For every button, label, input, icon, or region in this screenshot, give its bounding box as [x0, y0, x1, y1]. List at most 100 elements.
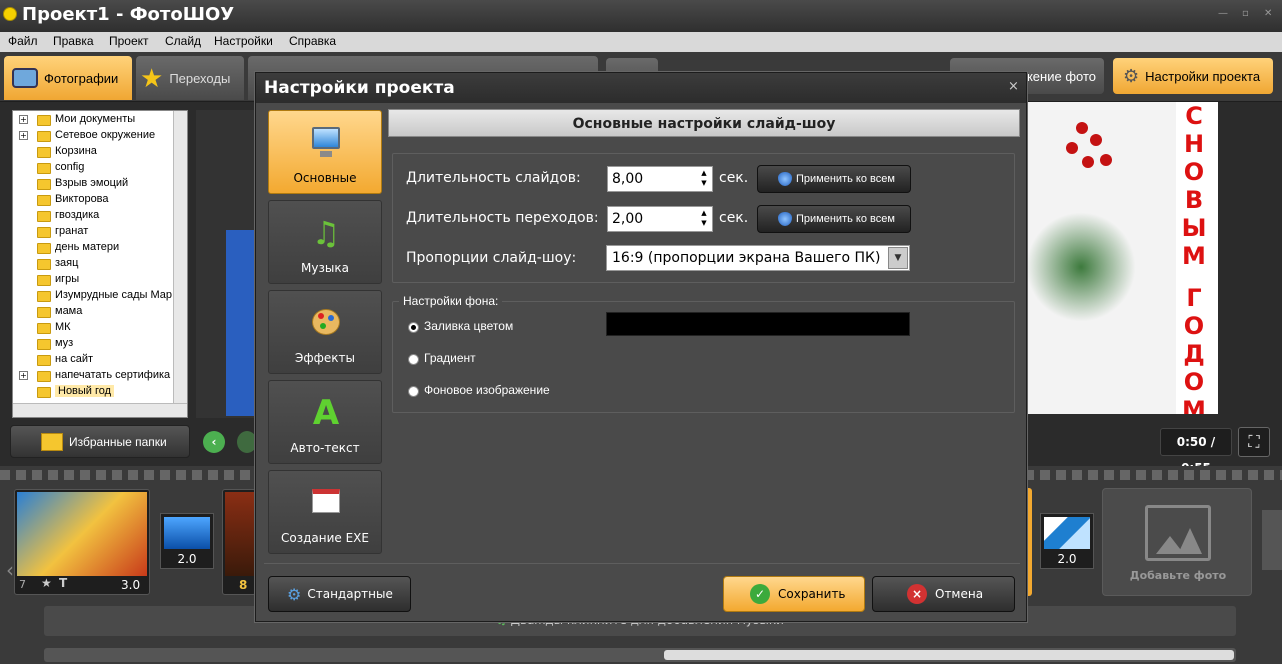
caption-letter	[1174, 270, 1214, 284]
tree-item[interactable]: напечатать сертифика	[55, 369, 170, 381]
transition-thumb[interactable]: 2.0	[160, 513, 214, 569]
aspect-ratio-select[interactable]: 16:9 (пропорции экрана Вашего ПК) ▼	[606, 245, 910, 271]
slide-number: 8	[239, 578, 248, 592]
fill-color-radio[interactable]	[408, 322, 419, 333]
tree-item[interactable]: Сетевое окружение	[55, 129, 155, 141]
sidebar-label: Основные	[293, 171, 357, 185]
tree-item[interactable]: гранат	[55, 225, 88, 237]
transition-thumb[interactable]: 2.0	[1040, 513, 1094, 569]
sidebar-item-effects[interactable]: Эффекты	[268, 290, 382, 374]
text-icon[interactable]: T	[59, 576, 67, 590]
expand-icon[interactable]: +	[19, 371, 28, 380]
tree-item[interactable]: МК	[55, 321, 71, 333]
star-icon[interactable]: ★	[41, 576, 52, 590]
project-settings-button[interactable]: ⚙ Настройки проекта	[1113, 58, 1273, 94]
minimize-button[interactable]: —	[1218, 8, 1228, 19]
caption-letter: С	[1185, 102, 1203, 130]
tab-transitions[interactable]: ★ Переходы	[136, 56, 244, 100]
tree-item[interactable]: Взрыв эмоций	[55, 177, 128, 189]
apply-all-slides-button[interactable]: Применить ко всем	[757, 165, 911, 193]
sidebar-item-general[interactable]: Основные	[268, 110, 382, 194]
fill-color-swatch[interactable]	[606, 312, 910, 336]
tree-item[interactable]: Изумрудные сады Мар	[55, 289, 172, 301]
expand-icon[interactable]: +	[19, 115, 28, 124]
chevron-down-icon[interactable]: ▼	[888, 247, 908, 269]
menu-settings[interactable]: Настройки	[214, 34, 273, 48]
slide-thumb[interactable]: 7 ★ T 3.0	[14, 489, 150, 595]
expand-icon[interactable]: +	[19, 131, 28, 140]
cancel-button[interactable]: × Отмена	[872, 576, 1015, 612]
menu-slide[interactable]: Слайд	[165, 34, 201, 48]
back-arrow-icon[interactable]: ‹	[203, 431, 225, 453]
tree-item[interactable]: день матери	[55, 241, 119, 253]
gear-icon: ⚙	[1123, 65, 1140, 86]
fullscreen-icon[interactable]: ⛶	[1238, 427, 1270, 457]
gradient-radio[interactable]	[408, 354, 419, 365]
tree-item[interactable]: Новый год	[55, 385, 115, 397]
divider	[264, 563, 1020, 564]
folder-icon	[37, 323, 51, 334]
camera-icon	[12, 68, 38, 88]
menu-edit[interactable]: Правка	[53, 34, 94, 48]
slide-duration-unit: сек.	[719, 170, 749, 186]
cancel-label: Отмена	[935, 587, 984, 601]
folder-icon	[37, 211, 51, 222]
maximize-button[interactable]: ▫	[1242, 8, 1249, 19]
stepper-arrows-icon[interactable]: ▲ ▼	[698, 208, 710, 230]
music-note-icon: ♫	[311, 214, 341, 252]
menu-bar: Файл Правка Проект Слайд Настройки Справ…	[0, 32, 1282, 52]
favorite-folders-button[interactable]: Избранные папки	[10, 425, 190, 458]
fill-color-label: Заливка цветом	[424, 319, 514, 333]
app-title: Проект1 - ФотоШОУ	[22, 4, 235, 25]
folder-tree[interactable]: + Мои документы + Сетевое окружение Корзина c…	[12, 110, 188, 418]
apply-all-transitions-button[interactable]: Применить ко всем	[757, 205, 911, 233]
transition-duration-unit: сек.	[719, 210, 749, 226]
sidebar-item-music[interactable]: ♫ Музыка	[268, 200, 382, 284]
tree-item[interactable]: Викторова	[55, 193, 109, 205]
menu-project[interactable]: Проект	[109, 34, 149, 48]
forward-arrow-icon[interactable]	[237, 431, 257, 453]
tree-item[interactable]: Корзина	[55, 145, 97, 157]
sidebar-item-create-exe[interactable]: Создание EXE	[268, 470, 382, 554]
timeline-scrollbar[interactable]	[44, 648, 1236, 662]
slide-duration: 3.0	[121, 578, 141, 592]
sidebar-label: Создание EXE	[281, 531, 369, 545]
folder-icon	[37, 259, 51, 270]
menu-help[interactable]: Справка	[289, 34, 336, 48]
tree-item[interactable]: заяц	[55, 257, 78, 269]
tree-item[interactable]: муз	[55, 337, 73, 349]
sidebar-label: Авто-текст	[290, 441, 360, 455]
slide-thumb[interactable]: 8	[222, 489, 256, 595]
tree-item[interactable]: Мои документы	[55, 113, 135, 125]
folder-icon	[37, 147, 51, 158]
tree-item[interactable]: гвоздика	[55, 209, 99, 221]
folder-icon	[37, 339, 51, 350]
tree-item[interactable]: игры	[55, 273, 79, 285]
defaults-button[interactable]: ⚙ Стандартные	[268, 576, 411, 612]
tab-photos[interactable]: Фотографии	[4, 56, 132, 100]
folder-icon	[37, 387, 51, 398]
save-button[interactable]: ✓ Сохранить	[723, 576, 865, 612]
menu-file[interactable]: Файл	[8, 34, 38, 48]
filmstrip-prev-icon[interactable]: ‹	[6, 558, 14, 582]
tree-vscrollbar[interactable]	[173, 111, 187, 403]
scroll-thumb[interactable]	[664, 650, 1234, 660]
slide-duration-stepper[interactable]: 8,00 ▲ ▼	[607, 166, 713, 192]
close-window-button[interactable]: ✕	[1264, 8, 1272, 19]
save-label: Сохранить	[778, 587, 846, 601]
stepper-arrows-icon[interactable]: ▲ ▼	[698, 168, 710, 190]
tree-hscrollbar[interactable]	[13, 403, 187, 417]
tree-item[interactable]: мама	[55, 305, 82, 317]
tree-item[interactable]: config	[55, 161, 84, 173]
background-image-radio[interactable]	[408, 386, 419, 397]
folder-icon	[37, 227, 51, 238]
tree-item[interactable]: на сайт	[55, 353, 93, 365]
dialog-close-button[interactable]: ×	[1008, 79, 1019, 94]
add-photo-label: Добавьте фото	[1129, 569, 1227, 582]
tab-transitions-label: Переходы	[169, 70, 231, 86]
transition-duration-stepper[interactable]: 2,00 ▲ ▼	[607, 206, 713, 232]
add-photo-placeholder[interactable]: Добавьте фото	[1102, 488, 1252, 596]
sidebar-item-autotext[interactable]: A Авто-текст	[268, 380, 382, 464]
filmstrip-next[interactable]	[1262, 510, 1282, 570]
project-settings-label: Настройки проекта	[1145, 68, 1261, 84]
